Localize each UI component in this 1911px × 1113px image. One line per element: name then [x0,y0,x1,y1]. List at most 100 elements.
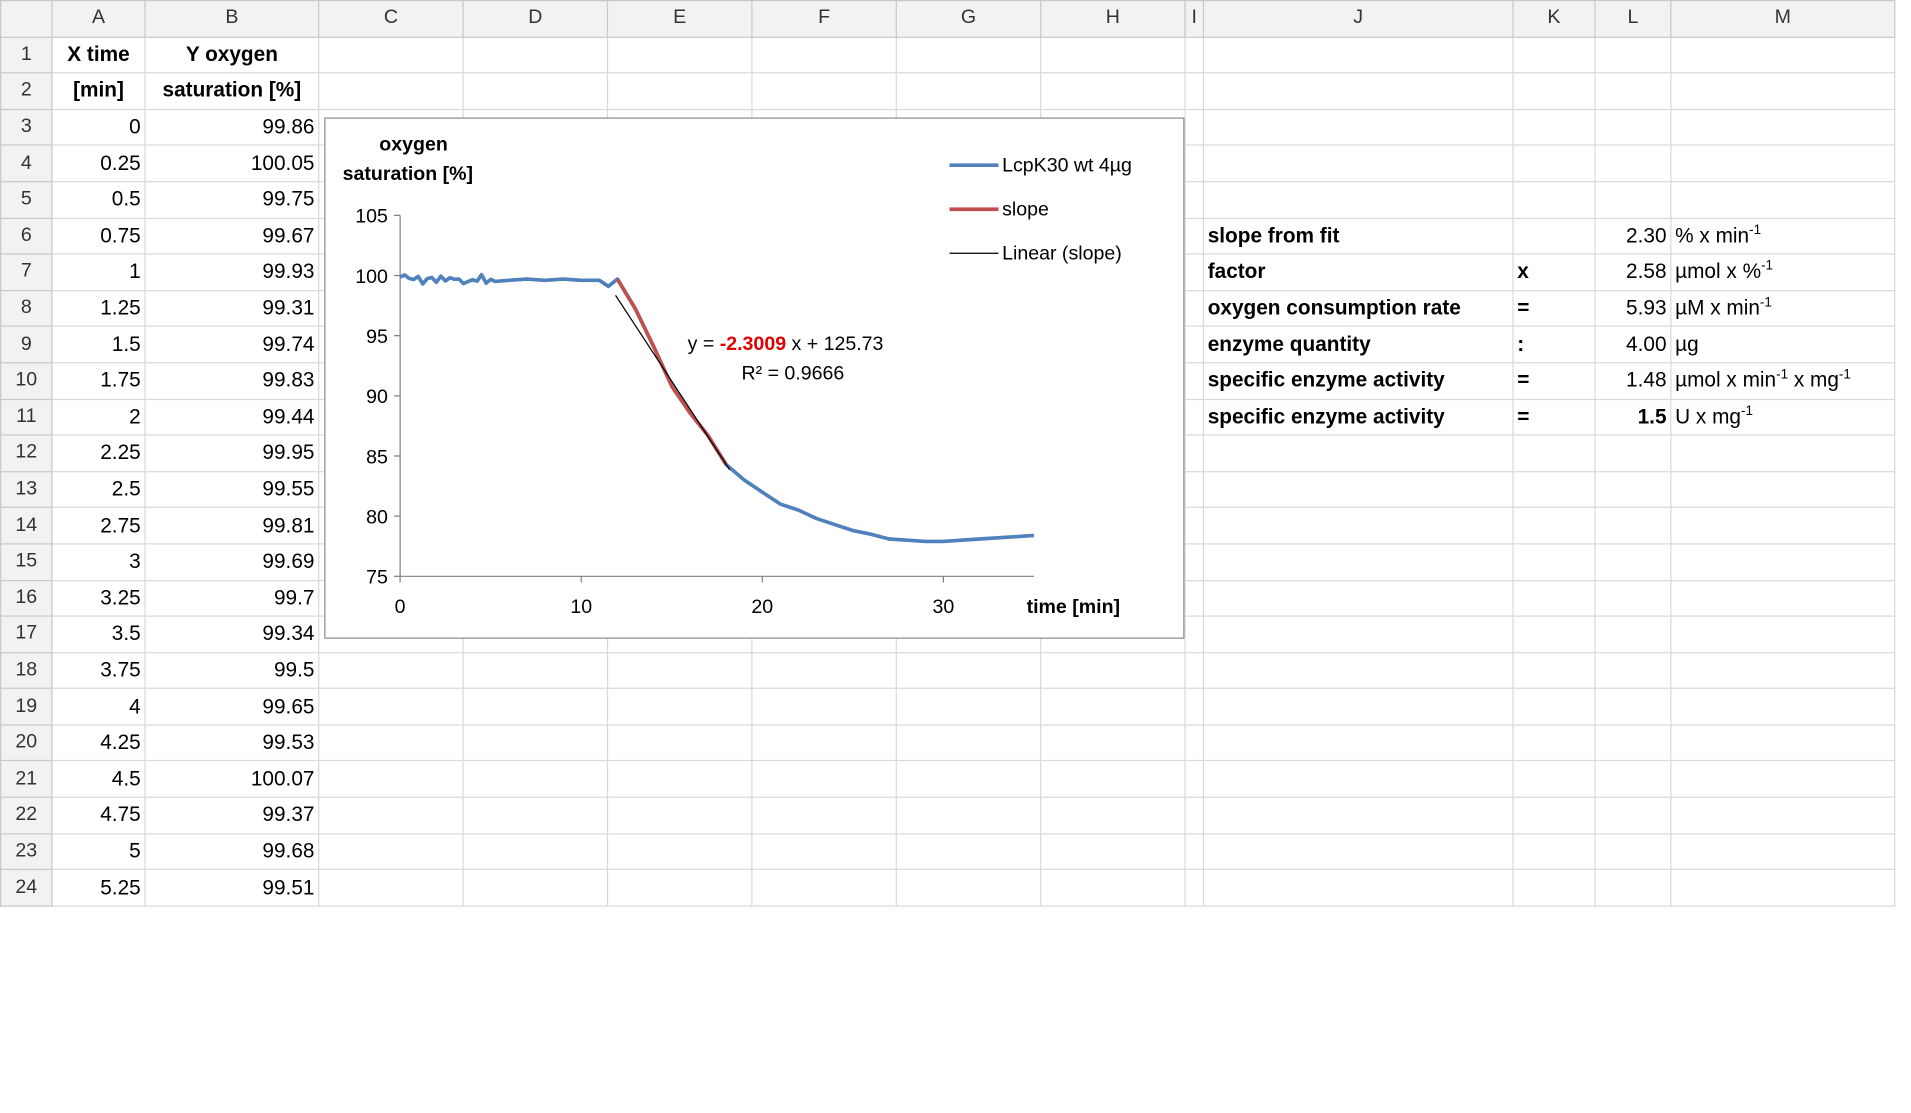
row-header[interactable]: 20 [0,724,53,762]
cell[interactable] [1184,760,1205,798]
row-header[interactable]: 2 [0,72,53,110]
cell[interactable] [895,760,1042,798]
cell[interactable] [1184,253,1205,291]
cell[interactable] [1202,506,1514,545]
cell[interactable] [751,724,897,762]
cell[interactable] [1040,869,1186,907]
row-header[interactable]: 16 [0,579,53,617]
cell[interactable] [1512,108,1596,147]
cell[interactable] [1184,362,1205,400]
cell[interactable]: 99.81 [144,506,320,545]
cell[interactable]: 99.93 [144,253,320,291]
cell[interactable] [318,36,464,74]
cell[interactable] [751,869,897,907]
cell[interactable] [1594,144,1672,183]
cell[interactable] [1202,72,1514,110]
column-header-G[interactable]: G [895,0,1042,38]
cell[interactable] [1670,181,1896,219]
result-operator[interactable]: = [1512,289,1596,328]
cell[interactable] [895,651,1042,690]
cell[interactable] [462,688,609,726]
cell[interactable] [1670,796,1896,835]
cell[interactable] [1512,688,1596,726]
cell[interactable]: 4.75 [51,796,146,835]
cell[interactable] [751,760,897,798]
cell[interactable] [1670,543,1896,581]
cell[interactable] [1594,108,1672,147]
cell[interactable] [895,724,1042,762]
cell[interactable]: 99.75 [144,181,320,219]
cell[interactable] [1040,651,1186,690]
cell[interactable]: [min] [51,72,146,110]
cell[interactable]: 99.31 [144,289,320,328]
result-label[interactable]: specific enzyme activity [1202,398,1514,436]
row-header[interactable]: 12 [0,434,53,472]
cell[interactable] [1184,543,1205,581]
cell[interactable] [1040,72,1186,110]
cell[interactable] [895,36,1042,74]
cell[interactable] [1594,434,1672,472]
result-label[interactable]: slope from fit [1202,217,1514,255]
row-header[interactable]: 23 [0,832,53,871]
cell[interactable] [895,869,1042,907]
cell[interactable] [318,724,464,762]
result-value[interactable]: 5.93 [1594,289,1672,328]
cell[interactable] [1040,688,1186,726]
result-unit[interactable]: µmol x %-1 [1670,253,1896,291]
cell[interactable] [1594,181,1672,219]
cell[interactable] [1670,615,1896,654]
cell[interactable] [1594,543,1672,581]
cell[interactable] [1202,543,1514,581]
cell[interactable] [1202,181,1514,219]
result-value[interactable]: 1.5 [1594,398,1672,436]
column-header-D[interactable]: D [462,0,609,38]
row-header[interactable]: 22 [0,796,53,835]
cell[interactable] [1184,72,1205,110]
cell[interactable] [1184,325,1205,364]
result-value[interactable]: 2.30 [1594,217,1672,255]
cell[interactable] [1670,688,1896,726]
cell[interactable]: 99.5 [144,651,320,690]
cell[interactable] [1512,724,1596,762]
cell[interactable] [1202,470,1514,509]
cell[interactable]: 4.25 [51,724,146,762]
cell[interactable]: 4 [51,688,146,726]
cell[interactable]: 1.5 [51,325,146,364]
cell[interactable] [1670,36,1896,74]
cell[interactable] [1202,434,1514,472]
cell[interactable] [1202,579,1514,617]
cell[interactable] [606,688,753,726]
row-header[interactable]: 4 [0,144,53,183]
row-header[interactable]: 11 [0,398,53,436]
cell[interactable] [462,36,609,74]
column-header-K[interactable]: K [1512,0,1596,38]
cell[interactable] [1594,36,1672,74]
cell[interactable] [1594,869,1672,907]
cell[interactable] [1512,615,1596,654]
cell[interactable] [318,796,464,835]
cell[interactable]: 0.75 [51,217,146,255]
cell[interactable]: 99.68 [144,832,320,871]
cell[interactable] [1594,688,1672,726]
cell[interactable] [318,760,464,798]
cell[interactable] [606,869,753,907]
result-operator[interactable] [1512,217,1596,255]
cell[interactable]: 0 [51,108,146,147]
cell[interactable] [462,724,609,762]
cell[interactable]: 5.25 [51,869,146,907]
cell[interactable] [462,796,609,835]
row-header[interactable]: 6 [0,217,53,255]
cell[interactable] [1512,181,1596,219]
cell[interactable] [1512,506,1596,545]
cell[interactable]: 2.25 [51,434,146,472]
cell[interactable] [1512,36,1596,74]
cell[interactable] [1202,651,1514,690]
cell[interactable]: 99.83 [144,362,320,400]
cell[interactable] [1594,615,1672,654]
cell[interactable] [1184,36,1205,74]
cell[interactable] [895,796,1042,835]
cell[interactable]: 99.67 [144,217,320,255]
cell[interactable] [1184,579,1205,617]
cell[interactable] [1040,796,1186,835]
cell[interactable] [1040,760,1186,798]
